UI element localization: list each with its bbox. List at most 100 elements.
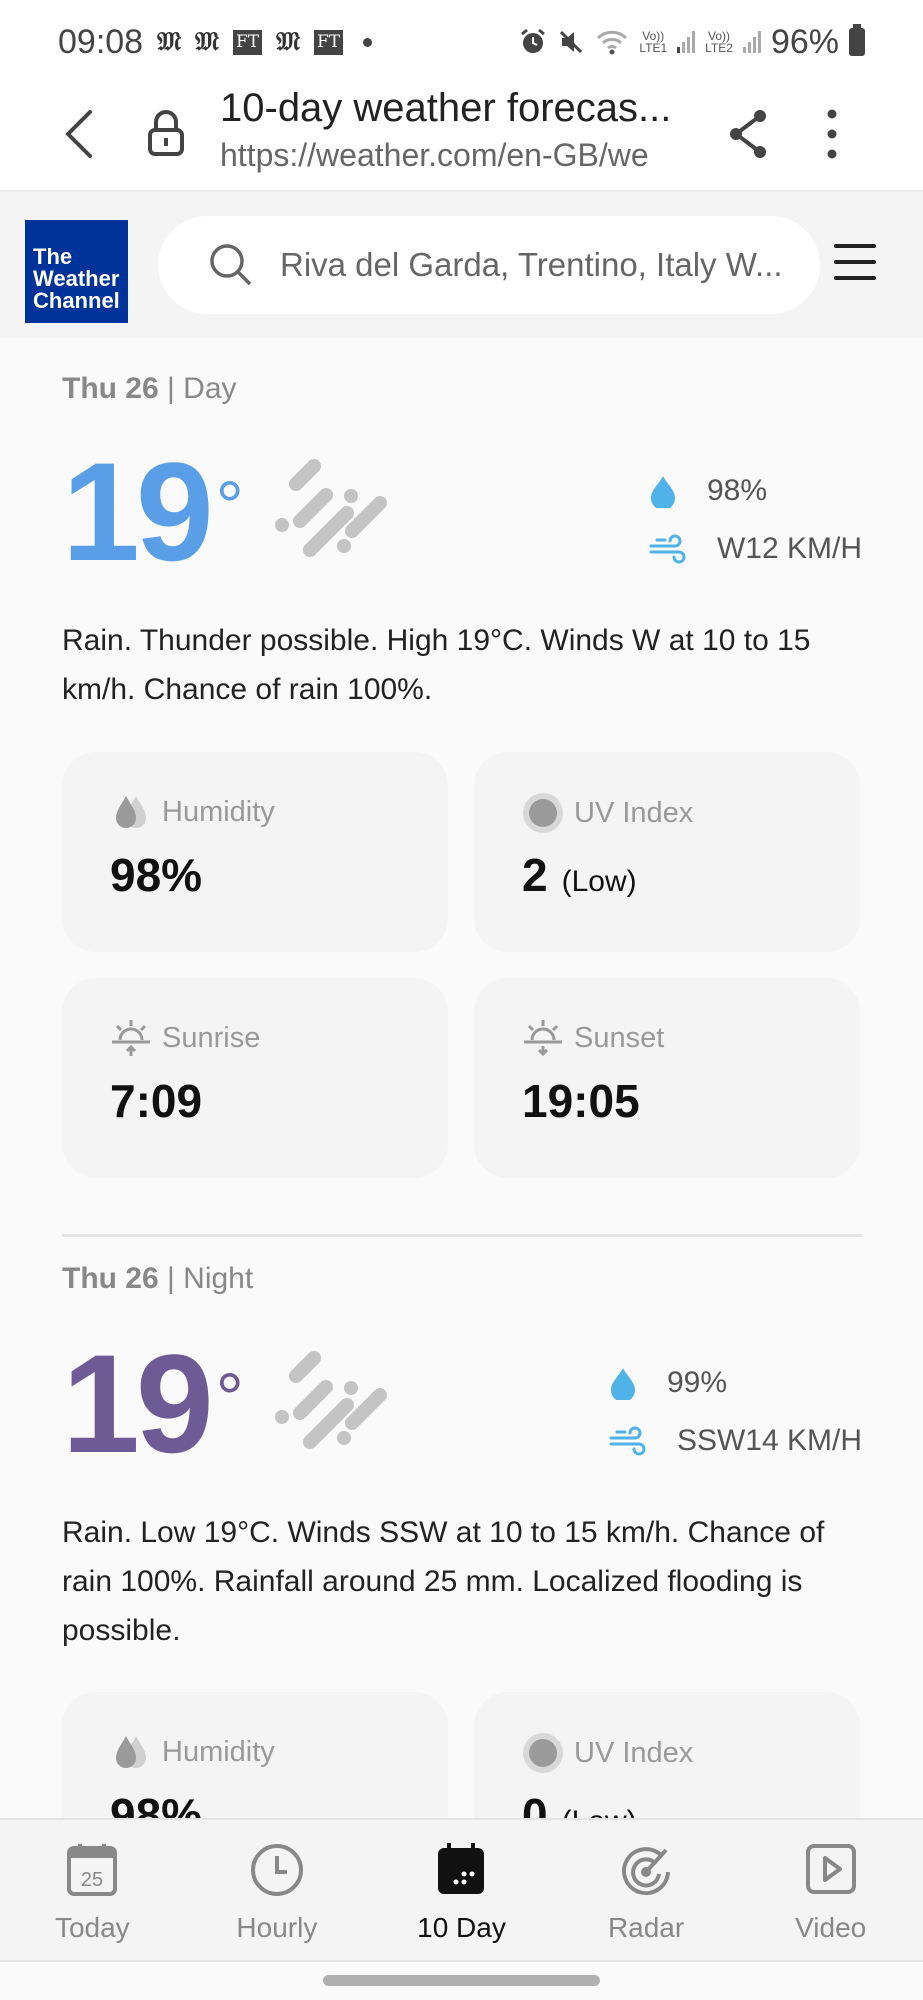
card-label: Sunrise xyxy=(162,1021,261,1054)
back-icon[interactable] xyxy=(62,106,96,162)
card-label: UV Index xyxy=(574,796,694,829)
humidity-icon xyxy=(116,1736,146,1768)
home-gesture-bar[interactable] xyxy=(323,1975,600,1986)
share-icon[interactable] xyxy=(726,106,772,162)
tab-label: Hourly xyxy=(236,1912,318,1943)
notification-icons: 𝔐 𝔐 FT 𝔐 FT xyxy=(157,26,373,58)
logo-line: Channel xyxy=(33,288,120,313)
period-header: Thu 26 | Night xyxy=(62,1262,254,1295)
uv-value: 2 xyxy=(522,849,548,901)
wind-row: W12 KM/H xyxy=(649,520,862,578)
sim2-indicator: Vo)) LTE2 xyxy=(705,30,733,54)
tab-video[interactable]: Video xyxy=(738,1820,923,1960)
sunset-value: 19:05 xyxy=(522,1075,640,1127)
radar-icon xyxy=(622,1847,671,1896)
page-title: 10-day weather forecas... xyxy=(220,86,672,130)
logo-line: Weather xyxy=(33,266,120,291)
sim1-indicator: Vo)) LTE1 xyxy=(639,30,667,54)
video-icon xyxy=(805,1844,856,1894)
temperature-value: 19 xyxy=(62,1325,214,1482)
card-label: Humidity xyxy=(162,795,275,828)
precip-value: 98% xyxy=(706,474,768,507)
calendar-10day-icon xyxy=(438,1843,485,1894)
rain-weather-icon xyxy=(275,459,387,557)
raindrop-icon xyxy=(610,1368,635,1400)
tab-hourly[interactable]: Hourly xyxy=(185,1820,370,1960)
tab-label: Video xyxy=(795,1912,867,1943)
site-header: The Weather Channel Riva del Garda, Tren… xyxy=(0,192,923,338)
precip-row: 98% xyxy=(649,462,862,520)
uv-index-icon xyxy=(523,793,563,833)
precip-row: 99% xyxy=(609,1354,862,1412)
page-url: https://weather.com/en-GB/we xyxy=(220,137,649,173)
signal-bars-icon xyxy=(677,31,696,53)
location-search-input[interactable]: Riva del Garda, Trentino, Italy W... xyxy=(158,216,820,314)
degree-symbol: ° xyxy=(215,467,244,545)
card-label: UV Index xyxy=(574,1736,694,1769)
search-value: Riva del Garda, Trentino, Italy W... xyxy=(280,246,783,283)
section-divider xyxy=(62,1234,862,1237)
tab-label: Today xyxy=(54,1912,130,1943)
forecast-night-section: Thu 26 | Night 19° 99% SSW14 KM/H Rain. … xyxy=(62,1262,862,1892)
ft-icon: FT xyxy=(314,29,344,55)
bottom-tab-bar: 25 Today Hourly 10 Day Radar Video xyxy=(0,1818,923,1962)
card-label: Sunset xyxy=(574,1021,665,1054)
precip-value: 99% xyxy=(666,1366,727,1399)
browser-toolbar: 10-day weather forecas... https://weathe… xyxy=(0,84,923,192)
more-options-icon[interactable] xyxy=(826,106,838,162)
wind-value: SSW14 KM/H xyxy=(676,1424,862,1457)
calendar-today-icon: 25 xyxy=(67,1844,118,1896)
wind-row: SSW14 KM/H xyxy=(609,1412,862,1470)
uv-description: (Low) xyxy=(561,865,637,898)
period-date: Thu 26 xyxy=(62,1262,159,1295)
tab-10-day[interactable]: 10 Day xyxy=(369,1820,554,1960)
degree-symbol: ° xyxy=(215,1359,244,1437)
tab-today[interactable]: 25 Today xyxy=(0,1820,185,1960)
calendar-date: 25 xyxy=(81,1869,103,1891)
status-time: 09:08 xyxy=(58,22,144,61)
temperature: 19° xyxy=(62,442,244,582)
nyt-icon: 𝔐 xyxy=(195,26,219,57)
nyt-icon: 𝔐 xyxy=(157,26,182,57)
temperature-value: 19 xyxy=(62,433,214,590)
period-header: Thu 26 | Day xyxy=(62,372,237,405)
forecast-description: Rain. Low 19°C. Winds SSW at 10 to 15 km… xyxy=(62,1516,825,1647)
period-date: Thu 26 xyxy=(62,372,159,405)
hamburger-menu-icon[interactable] xyxy=(834,242,876,282)
conditions-summary: 98% W12 KM/H xyxy=(649,462,862,578)
sunset-icon xyxy=(524,1020,562,1057)
uv-index-icon xyxy=(523,1733,563,1773)
wifi-icon xyxy=(597,30,628,55)
tab-label: Radar xyxy=(607,1912,685,1943)
temperature: 19° xyxy=(62,1334,244,1474)
battery-percent: 96% xyxy=(770,22,839,61)
humidity-icon xyxy=(116,796,146,828)
humidity-card: Humidity 98% xyxy=(62,752,448,952)
wind-value: W12 KM/H xyxy=(716,532,862,565)
forecast-description: Rain. Thunder possible. High 19°C. Winds… xyxy=(62,624,811,706)
sunrise-card: Sunrise 7:09 xyxy=(62,978,448,1178)
rain-weather-icon xyxy=(275,1351,387,1449)
sunset-card: Sunset 19:05 xyxy=(474,978,860,1178)
sim2-label: LTE2 xyxy=(705,41,733,55)
mute-icon xyxy=(560,30,583,54)
alarm-icon xyxy=(521,28,546,53)
lock-icon[interactable] xyxy=(146,106,186,162)
sunrise-icon xyxy=(112,1020,150,1056)
wind-icon xyxy=(609,1426,646,1456)
tab-radar[interactable]: Radar xyxy=(554,1820,739,1960)
tab-label: 10 Day xyxy=(417,1912,506,1943)
address-bar[interactable]: 10-day weather forecas... https://weathe… xyxy=(220,86,690,174)
clock-icon xyxy=(250,1844,303,1896)
weather-channel-logo[interactable]: The Weather Channel xyxy=(25,220,128,323)
signal-bars-icon xyxy=(742,31,761,53)
search-icon xyxy=(210,244,252,286)
sim1-label: LTE1 xyxy=(639,41,668,55)
raindrop-icon xyxy=(650,476,675,508)
sunrise-value: 7:09 xyxy=(110,1075,203,1127)
forecast-day-section: Thu 26 | Day 19° 98% W12 KM/H Rain. Thun… xyxy=(62,372,862,1192)
battery-icon xyxy=(849,24,865,56)
nyt-icon: 𝔐 xyxy=(276,26,300,57)
card-label: Humidity xyxy=(162,1735,275,1768)
status-bar: 09:08 𝔐 𝔐 FT 𝔐 FT Vo)) LTE1 Vo)) LTE2 96% xyxy=(0,0,923,84)
